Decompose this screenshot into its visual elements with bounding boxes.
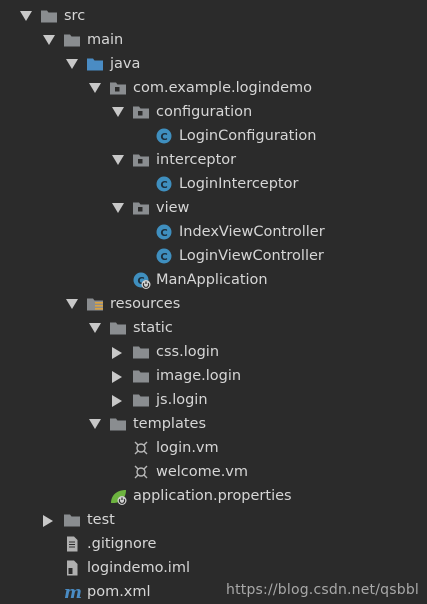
svg-text:C: C	[160, 132, 167, 143]
class-icon: C	[155, 220, 173, 244]
folder-icon	[132, 340, 150, 364]
tree-node-label: login.vm	[156, 440, 219, 456]
tree-node-label: .gitignore	[87, 536, 157, 552]
class-icon: C	[155, 172, 173, 196]
package-icon	[132, 196, 150, 220]
iml-file-icon	[63, 556, 81, 580]
svg-text:C: C	[160, 252, 167, 263]
tree-node-src[interactable]: src	[0, 4, 427, 28]
tree-node-label: LoginViewController	[179, 248, 324, 264]
tree-node-gitignore[interactable]: .gitignore	[0, 532, 427, 556]
tree-node-label: test	[87, 512, 115, 528]
expanded-arrow-icon[interactable]	[88, 412, 102, 436]
expanded-arrow-icon[interactable]	[111, 100, 125, 124]
package-icon	[132, 148, 150, 172]
svg-text:m: m	[64, 584, 81, 600]
expanded-arrow-icon[interactable]	[19, 4, 33, 28]
tree-node-label: interceptor	[156, 152, 237, 168]
expanded-arrow-icon[interactable]	[65, 52, 79, 76]
folder-icon	[132, 388, 150, 412]
tree-node-resources[interactable]: resources	[0, 292, 427, 316]
tree-node-application-properties[interactable]: application.properties	[0, 484, 427, 508]
tree-node-configuration[interactable]: configuration	[0, 100, 427, 124]
tree-node-label: image.login	[156, 368, 242, 384]
watermark: https://blog.csdn.net/qsbbl	[226, 582, 419, 598]
tree-node-view[interactable]: view	[0, 196, 427, 220]
package-icon	[109, 76, 127, 100]
package-icon	[132, 100, 150, 124]
tree-node-templates[interactable]: templates	[0, 412, 427, 436]
velocity-file-icon	[132, 436, 150, 460]
expanded-arrow-icon[interactable]	[111, 196, 125, 220]
tree-node-loginviewcontroller[interactable]: C LoginViewController	[0, 244, 427, 268]
tree-node-css-login[interactable]: css.login	[0, 340, 427, 364]
tree-node-label: welcome.vm	[156, 464, 249, 480]
collapsed-arrow-icon[interactable]	[111, 340, 125, 364]
expanded-arrow-icon[interactable]	[65, 292, 79, 316]
folder-icon	[63, 508, 81, 532]
tree-node-test[interactable]: test	[0, 508, 427, 532]
folder-icon	[40, 4, 58, 28]
tree-node-label: IndexViewController	[179, 224, 325, 240]
tree-node-label: LoginInterceptor	[179, 176, 299, 192]
collapsed-arrow-icon[interactable]	[111, 364, 125, 388]
spring-properties-icon	[109, 484, 127, 508]
folder-icon	[109, 316, 127, 340]
tree-node-image-login[interactable]: image.login	[0, 364, 427, 388]
tree-node-label: resources	[110, 296, 181, 312]
tree-node-welcome-vm[interactable]: welcome.vm	[0, 460, 427, 484]
folder-icon	[132, 364, 150, 388]
folder-icon	[109, 412, 127, 436]
tree-node-label: com.example.logindemo	[133, 80, 313, 96]
tree-node-interceptor[interactable]: interceptor	[0, 148, 427, 172]
tree-node-indexviewcontroller[interactable]: C IndexViewController	[0, 220, 427, 244]
tree-node-label: templates	[133, 416, 207, 432]
text-file-icon	[63, 532, 81, 556]
tree-node-manapplication[interactable]: C ManApplication	[0, 268, 427, 292]
tree-node-js-login[interactable]: js.login	[0, 388, 427, 412]
expanded-arrow-icon[interactable]	[88, 76, 102, 100]
svg-text:C: C	[160, 228, 167, 239]
tree-node-logindemo-iml[interactable]: logindemo.iml	[0, 556, 427, 580]
expanded-arrow-icon[interactable]	[88, 316, 102, 340]
tree-node-label: LoginConfiguration	[179, 128, 317, 144]
tree-node-com-example-logindemo[interactable]: com.example.logindemo	[0, 76, 427, 100]
tree-node-label: static	[133, 320, 173, 336]
tree-node-label: pom.xml	[87, 584, 151, 600]
tree-node-label: application.properties	[133, 488, 292, 504]
tree-node-label: java	[110, 56, 141, 72]
tree-node-label: src	[64, 8, 86, 24]
maven-icon: m	[63, 580, 81, 604]
tree-node-loginconfiguration[interactable]: C LoginConfiguration	[0, 124, 427, 148]
folder-icon	[63, 28, 81, 52]
svg-text:C: C	[160, 180, 167, 191]
expanded-arrow-icon[interactable]	[42, 28, 56, 52]
tree-node-java[interactable]: java	[0, 52, 427, 76]
tree-node-logininterceptor[interactable]: C LoginInterceptor	[0, 172, 427, 196]
tree-node-static[interactable]: static	[0, 316, 427, 340]
resources-folder-icon	[86, 292, 104, 316]
tree-node-label: main	[87, 32, 124, 48]
tree-node-label: logindemo.iml	[87, 560, 190, 576]
source-folder-icon	[86, 52, 104, 76]
expanded-arrow-icon[interactable]	[111, 148, 125, 172]
tree-node-label: view	[156, 200, 190, 216]
tree-node-login-vm[interactable]: login.vm	[0, 436, 427, 460]
tree-node-label: configuration	[156, 104, 253, 120]
collapsed-arrow-icon[interactable]	[42, 508, 56, 532]
class-icon: C	[155, 244, 173, 268]
collapsed-arrow-icon[interactable]	[111, 388, 125, 412]
tree-node-main[interactable]: main	[0, 28, 427, 52]
class-icon: C	[155, 124, 173, 148]
tree-node-label: css.login	[156, 344, 220, 360]
project-tree: src main java com.example.logindemo conf…	[0, 4, 427, 604]
velocity-file-icon	[132, 460, 150, 484]
tree-node-label: ManApplication	[156, 272, 268, 288]
spring-boot-class-icon: C	[132, 268, 151, 292]
tree-node-label: js.login	[156, 392, 208, 408]
